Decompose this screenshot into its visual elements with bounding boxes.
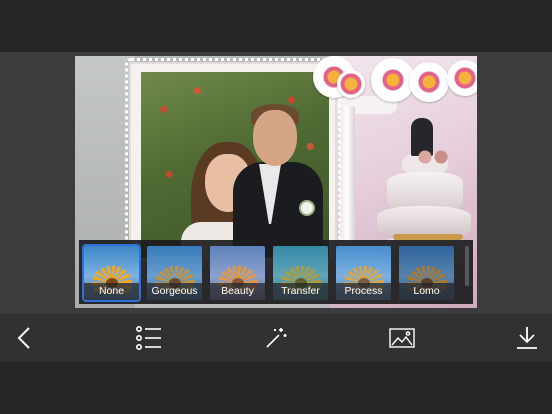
filter-process[interactable]: Process (336, 246, 391, 300)
boutonniere (301, 202, 313, 214)
save-download-button[interactable] (503, 314, 551, 362)
filter-gorgeous[interactable]: Gorgeous (147, 246, 202, 300)
filter-lomo[interactable]: Lomo (399, 246, 454, 300)
filter-label: Lomo (399, 283, 454, 300)
filter-label: Process (336, 283, 391, 300)
effects-button[interactable] (252, 314, 300, 362)
man-head (253, 110, 297, 166)
list-icon (136, 326, 161, 350)
filter-strip-scrollbar[interactable] (465, 246, 469, 286)
filter-transfer[interactable]: Transfer (273, 246, 328, 300)
chevron-left-icon (17, 327, 30, 349)
bottom-safe-area (0, 362, 552, 414)
filter-label: Gorgeous (147, 283, 202, 300)
filter-strip[interactable]: None Gorgeous Beauty Transfer Process Lo… (79, 240, 473, 304)
filter-label: None (84, 283, 139, 300)
filter-none[interactable]: None (84, 246, 139, 300)
download-icon (517, 327, 537, 349)
image-icon (389, 328, 415, 348)
frames-list-button[interactable] (125, 314, 173, 362)
filter-label: Beauty (210, 283, 265, 300)
frangipani-flower (409, 62, 449, 102)
top-bar (0, 0, 552, 52)
couple-photo[interactable] (141, 72, 329, 258)
magic-wand-icon (266, 328, 287, 348)
cake-roses (415, 148, 455, 166)
back-button[interactable] (0, 314, 48, 362)
filter-label: Transfer (273, 283, 328, 300)
frangipani-flower (337, 70, 365, 98)
filter-beauty[interactable]: Beauty (210, 246, 265, 300)
frangipani-flower (447, 60, 477, 96)
bottom-toolbar (0, 314, 552, 362)
gallery-button[interactable] (378, 314, 426, 362)
